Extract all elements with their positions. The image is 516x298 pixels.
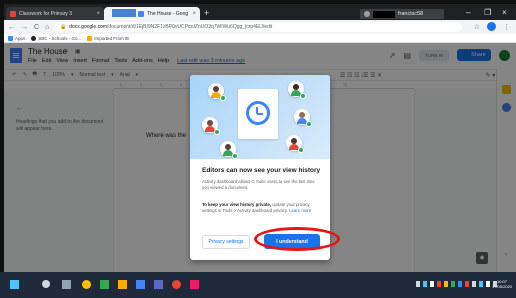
dialog-title: Editors can now see your view history bbox=[202, 167, 321, 174]
reload-button[interactable]: C bbox=[34, 24, 39, 31]
redacted-block bbox=[373, 10, 395, 18]
new-tab-button[interactable]: + bbox=[204, 8, 209, 18]
user-avatar-icon bbox=[202, 117, 220, 135]
home-button[interactable]: ⌂ bbox=[45, 24, 49, 31]
learn-more-link[interactable]: Learn more bbox=[289, 208, 311, 213]
tray-icon[interactable] bbox=[479, 281, 483, 287]
tab-classwork[interactable]: Classwork for Primary 3 × bbox=[6, 7, 104, 20]
app-icon[interactable] bbox=[136, 280, 145, 289]
tray-icon[interactable] bbox=[458, 281, 462, 287]
app-icon[interactable] bbox=[190, 280, 199, 289]
windows-taskbar: 10:07 17/05/2020 bbox=[0, 272, 516, 298]
redacted-block bbox=[112, 9, 136, 17]
bookmark-apps[interactable]: Apps bbox=[8, 35, 26, 41]
classroom-favicon-icon bbox=[10, 10, 16, 17]
bookmark-label: SBC - Schools - Go... bbox=[38, 35, 82, 41]
clock-icon bbox=[246, 101, 270, 125]
apps-grid-icon bbox=[8, 35, 13, 41]
forward-button[interactable]: → bbox=[21, 24, 28, 31]
tray-icon[interactable] bbox=[451, 281, 455, 287]
tab-the-house[interactable]: The House - Goog × bbox=[104, 7, 200, 20]
lock-icon: 🔒 bbox=[60, 24, 67, 30]
user-avatar-icon bbox=[288, 81, 306, 99]
app-icon[interactable] bbox=[172, 280, 181, 289]
tray-icon[interactable] bbox=[472, 281, 476, 287]
search-icon[interactable] bbox=[42, 280, 50, 288]
app-icon[interactable] bbox=[100, 280, 109, 289]
tab-close-icon[interactable]: × bbox=[192, 11, 196, 17]
start-button-icon[interactable] bbox=[10, 280, 19, 289]
sbc-favicon-icon bbox=[31, 35, 37, 41]
user-name: francisc58 bbox=[398, 11, 424, 17]
browser-tab-strip: Classwork for Primary 3 × The House - Go… bbox=[4, 4, 516, 20]
tray-icon[interactable] bbox=[465, 281, 469, 287]
app-icon[interactable] bbox=[154, 280, 163, 289]
user-avatar-icon bbox=[220, 141, 238, 159]
user-profile-chip[interactable]: francisc58 bbox=[360, 9, 444, 19]
red-highlight-circle bbox=[254, 227, 340, 251]
profile-icon[interactable] bbox=[487, 22, 496, 31]
address-bar-row: ← → C ⌂ 🔒 docs.google.com /document/d/1E… bbox=[4, 20, 516, 34]
minimize-button[interactable]: – bbox=[466, 8, 470, 17]
tray-icon[interactable] bbox=[437, 281, 441, 287]
dialog-body-privacy: To keep your view history private, updat… bbox=[202, 202, 320, 214]
back-button[interactable]: ← bbox=[8, 24, 15, 31]
tray-icon[interactable] bbox=[423, 281, 427, 287]
url-host: docs.google.com bbox=[69, 24, 108, 30]
chrome-icon[interactable] bbox=[82, 280, 91, 289]
close-window-button[interactable]: × bbox=[502, 8, 507, 17]
dialog-body-activity: Activity dashboard allows G Suite users … bbox=[202, 179, 315, 190]
tray-icon[interactable] bbox=[430, 281, 434, 287]
bookmark-sbc[interactable]: SBC - Schools - Go... bbox=[31, 35, 82, 41]
restore-button[interactable]: ❐ bbox=[484, 8, 491, 17]
volume-icon[interactable] bbox=[486, 281, 490, 287]
bookmark-star-icon[interactable]: ☆ bbox=[474, 23, 480, 31]
tab-close-icon[interactable]: × bbox=[96, 11, 100, 17]
browser-menu-icon[interactable]: ⋮ bbox=[503, 23, 510, 31]
folder-icon bbox=[87, 35, 93, 41]
tray-icon[interactable] bbox=[416, 281, 420, 287]
bookmark-label: Imported From IE bbox=[94, 35, 130, 41]
browser-right-icons: ☆ ⋮ bbox=[474, 22, 510, 31]
taskbar-clock[interactable]: 10:07 17/05/2020 bbox=[492, 279, 512, 289]
bookmark-imported[interactable]: Imported From IE bbox=[87, 35, 130, 41]
privacy-settings-button[interactable]: Privacy settings bbox=[202, 235, 250, 249]
view-history-illustration bbox=[190, 75, 330, 159]
file-explorer-icon[interactable] bbox=[118, 280, 127, 289]
tab-label: Classwork for Primary 3 bbox=[19, 10, 73, 17]
url-path: /document/d/1EjBI9N2F1zBP0vUCPqnIZnUO3q7… bbox=[107, 24, 273, 30]
user-avatar-icon bbox=[294, 109, 312, 127]
url-field[interactable]: 🔒 docs.google.com /document/d/1EjBI9N2F1… bbox=[54, 22, 462, 32]
bookmark-label: Apps bbox=[15, 35, 26, 41]
bookmarks-bar: Apps SBC - Schools - Go... Imported From… bbox=[4, 34, 516, 43]
tray-icon[interactable] bbox=[444, 281, 448, 287]
user-avatar-icon bbox=[286, 135, 304, 153]
tab-label: The House - Goog bbox=[147, 10, 189, 17]
clock-date: 17/05/2020 bbox=[492, 284, 513, 289]
privacy-emphasis: To keep your view history private, bbox=[202, 202, 271, 207]
user-avatar-icon bbox=[364, 11, 370, 17]
user-avatar-icon bbox=[208, 83, 226, 101]
docs-favicon-icon bbox=[138, 10, 144, 17]
task-view-icon[interactable] bbox=[62, 280, 71, 289]
system-tray bbox=[416, 281, 497, 287]
